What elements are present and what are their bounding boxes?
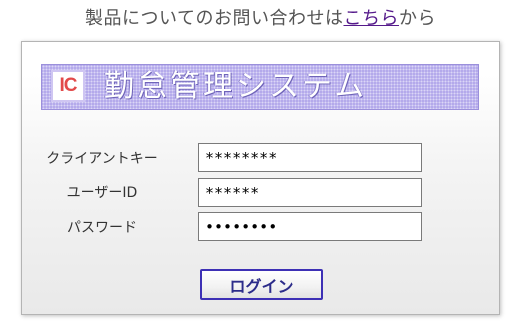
contact-suffix-text: から	[398, 8, 436, 29]
password-label: パスワード	[67, 220, 137, 236]
app-title: 勤怠管理システム	[104, 69, 368, 104]
user-id-label: ユーザーID	[66, 185, 138, 201]
app-banner: IC 勤怠管理システム	[41, 64, 479, 110]
login-button[interactable]: ログイン	[200, 269, 323, 300]
contact-link[interactable]: こちら	[343, 8, 399, 29]
client-key-label: クライアントキー	[46, 151, 158, 167]
password-input[interactable]	[198, 212, 422, 241]
ic-logo-icon: IC	[51, 70, 85, 102]
user-id-input[interactable]	[198, 178, 422, 207]
contact-prefix-text: 製品についてのお問い合わせは	[85, 8, 344, 29]
login-panel: IC 勤怠管理システム クライアントキー ユーザーID パスワード ログイン	[21, 41, 500, 315]
contact-line: 製品についてのお問い合わせはこちらから	[0, 6, 521, 32]
client-key-input[interactable]	[198, 143, 422, 172]
